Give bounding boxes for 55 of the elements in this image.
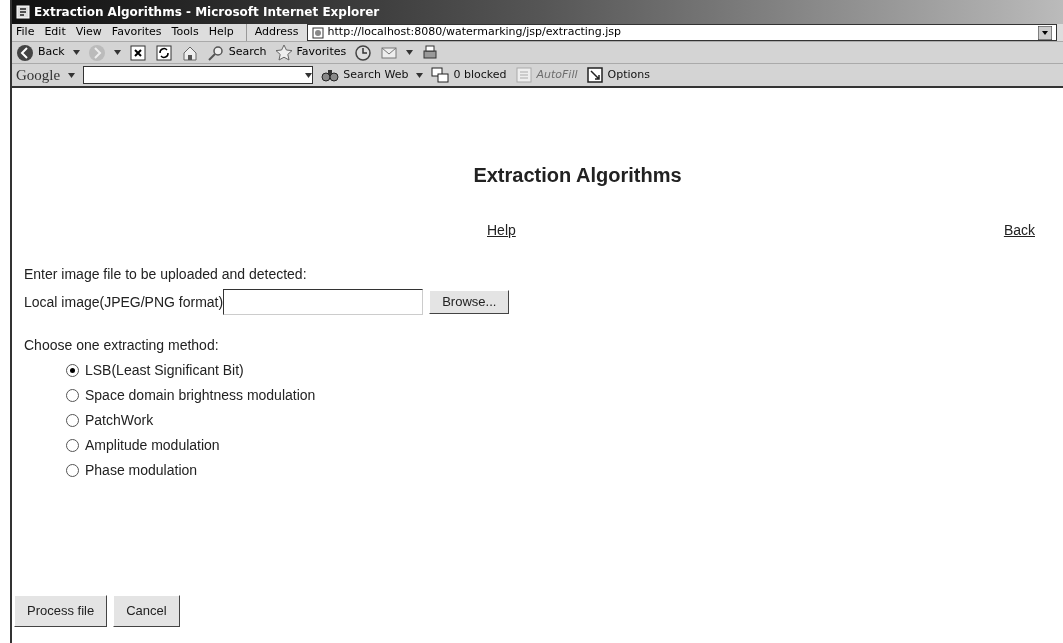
settings-icon[interactable] bbox=[585, 66, 604, 84]
menu-item[interactable]: View bbox=[75, 24, 102, 41]
dropdown-caret-icon[interactable] bbox=[416, 72, 424, 78]
clock-icon[interactable] bbox=[354, 43, 373, 62]
radio-button[interactable] bbox=[66, 439, 79, 452]
search-web-button[interactable]: Search Web bbox=[321, 66, 409, 84]
radio-button[interactable] bbox=[66, 464, 79, 477]
method-label: Amplitude modulation bbox=[85, 436, 220, 455]
address-field[interactable]: http://localhost:8080/watermarking/jsp/extracting.jsp bbox=[306, 24, 1057, 41]
printer-icon[interactable] bbox=[421, 43, 440, 62]
menu-item[interactable]: Tools bbox=[171, 24, 199, 41]
refresh-icon[interactable] bbox=[154, 43, 173, 62]
popup-button[interactable]: 0 blocked bbox=[431, 66, 507, 84]
method-label: PatchWork bbox=[85, 411, 154, 430]
window-title: Extraction Algorithms - Microsoft Internet Explorer bbox=[34, 4, 380, 21]
page-icon bbox=[311, 26, 324, 39]
dropdown-caret-icon[interactable] bbox=[113, 50, 121, 55]
options-button[interactable]: Options bbox=[585, 66, 650, 84]
method-label: LSB(Least Significant Bit) bbox=[85, 361, 244, 380]
address-url: http://localhost:8080/watermarking/jsp/extracting.jsp bbox=[327, 24, 622, 41]
radio-button[interactable] bbox=[66, 364, 79, 377]
back-button[interactable]: Back bbox=[16, 43, 65, 62]
back-link[interactable]: Back bbox=[1003, 220, 1035, 240]
dropdown-caret-icon[interactable] bbox=[305, 72, 313, 78]
stop-icon[interactable] bbox=[128, 43, 147, 62]
menu-item[interactable]: Edit bbox=[44, 24, 66, 41]
method-label: Phase modulation bbox=[85, 461, 198, 480]
radio-button[interactable] bbox=[66, 389, 79, 402]
dropdown-caret-icon[interactable] bbox=[68, 72, 76, 78]
dropdown-caret-icon[interactable] bbox=[406, 50, 414, 55]
radio-button[interactable] bbox=[66, 414, 79, 427]
file-input-field[interactable] bbox=[223, 289, 424, 315]
search-button[interactable]: Search bbox=[206, 43, 267, 62]
method-label: Space domain brightness modulation bbox=[85, 386, 316, 405]
process-file-button[interactable]: Process file bbox=[14, 595, 108, 627]
browser-icon bbox=[16, 5, 30, 19]
help-link[interactable]: Help bbox=[487, 220, 516, 240]
address-label: Address bbox=[253, 24, 300, 41]
dropdown-caret-icon[interactable] bbox=[72, 50, 80, 55]
menu-item[interactable]: Help bbox=[208, 24, 234, 41]
cancel-button[interactable]: Cancel bbox=[113, 595, 180, 627]
method-prompt: Choose one extracting method: bbox=[24, 336, 220, 355]
windows-icon[interactable] bbox=[431, 66, 450, 84]
dropdown-arrow-icon[interactable] bbox=[1038, 25, 1052, 40]
favorites-button[interactable]: Favorites bbox=[274, 43, 347, 62]
page-heading: Extraction Algorithms bbox=[472, 163, 683, 188]
menu-item[interactable]: Favorites bbox=[111, 24, 162, 41]
google-logo[interactable]: Google bbox=[16, 63, 61, 87]
browse-button[interactable]: Browse... bbox=[429, 290, 510, 314]
search-icon[interactable] bbox=[206, 43, 225, 62]
file-label: Local image(JPEG/PNG format) bbox=[24, 292, 224, 312]
upload-prompt: Enter image file to be uploaded and detected: bbox=[24, 265, 308, 284]
star-icon[interactable] bbox=[274, 43, 293, 62]
search-field[interactable] bbox=[83, 66, 314, 84]
menu-item[interactable]: File bbox=[16, 24, 35, 41]
